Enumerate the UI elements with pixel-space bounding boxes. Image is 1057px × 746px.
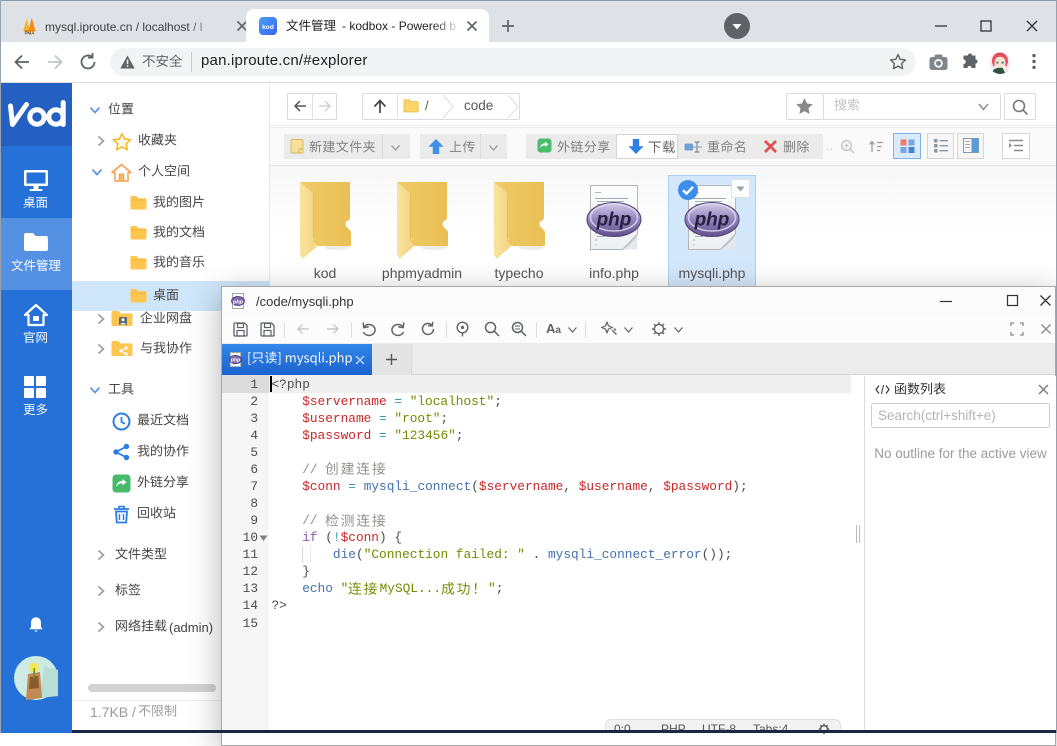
svg-text:kod: kod: [262, 24, 274, 31]
svg-text:php: php: [232, 299, 244, 305]
svg-text:PMA: PMA: [25, 30, 36, 35]
svg-text:php: php: [596, 210, 632, 231]
svg-text:php: php: [694, 210, 730, 231]
svg-text:php: php: [230, 358, 240, 364]
